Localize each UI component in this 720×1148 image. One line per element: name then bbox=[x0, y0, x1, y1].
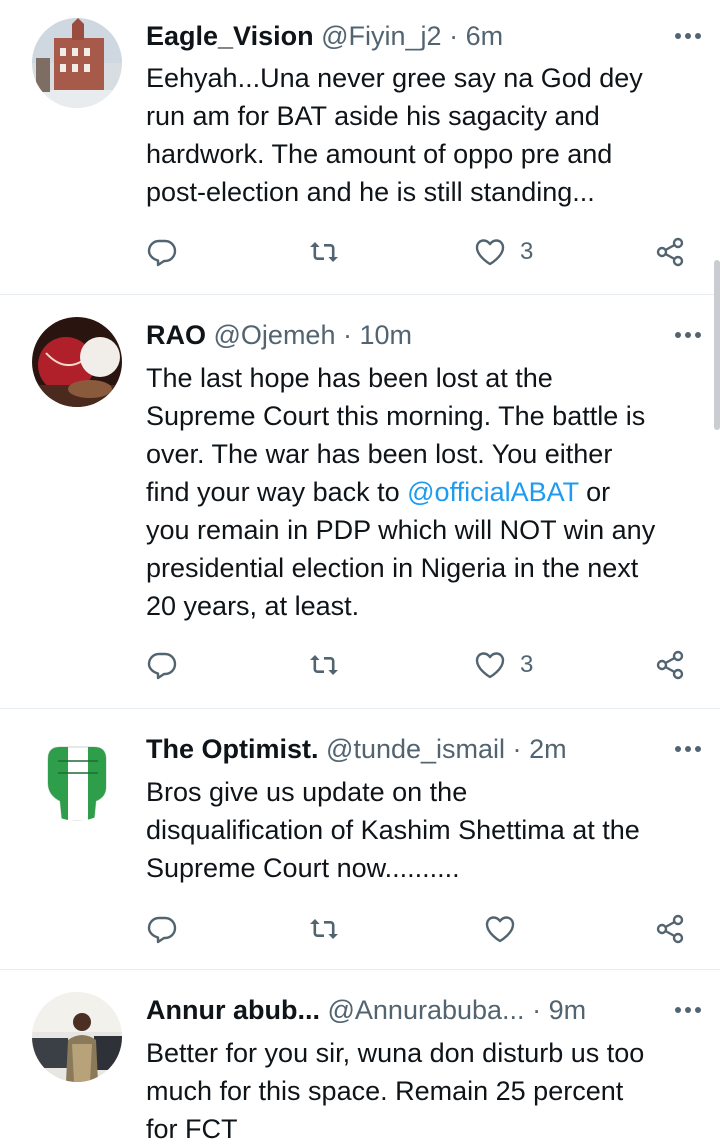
reply-icon bbox=[147, 239, 177, 267]
like-icon bbox=[485, 916, 515, 943]
user-handle[interactable]: @Ojemeh bbox=[214, 320, 336, 350]
retweet-button[interactable] bbox=[308, 645, 340, 685]
display-name[interactable]: Annur abub... bbox=[146, 995, 320, 1025]
timestamp[interactable]: 9m bbox=[549, 995, 587, 1025]
text-line: Supreme Court this morning. The battle i… bbox=[146, 401, 646, 431]
text-line: much for this space. Remain 25 percent bbox=[146, 1076, 624, 1106]
like-icon bbox=[475, 239, 505, 266]
scrollbar[interactable] bbox=[714, 260, 720, 430]
user-handle[interactable]: @Fiyin_j2 bbox=[321, 21, 441, 51]
text-line: The last hope has been lost at the bbox=[146, 363, 553, 393]
retweet-button[interactable] bbox=[308, 232, 340, 272]
action-bar bbox=[146, 909, 706, 949]
text-fragment: find your way back to bbox=[146, 477, 408, 507]
reply-icon bbox=[147, 652, 177, 680]
text-line: presidential election in Nigeria in the … bbox=[146, 553, 639, 583]
timestamp[interactable]: 10m bbox=[360, 320, 413, 350]
separator-dot: · bbox=[512, 734, 522, 764]
separator-dot: · bbox=[342, 320, 352, 350]
retweet-icon bbox=[310, 242, 338, 262]
mention-link[interactable]: @officialABAT bbox=[407, 477, 578, 507]
text-line: post-election and he is still standing..… bbox=[146, 177, 595, 207]
display-name[interactable]: The Optimist. bbox=[146, 734, 319, 764]
like-button[interactable] bbox=[484, 909, 530, 949]
avatar[interactable] bbox=[32, 317, 122, 407]
more-icon[interactable] bbox=[670, 323, 706, 347]
building-photo-avatar-icon bbox=[32, 18, 122, 108]
more-icon[interactable] bbox=[670, 998, 706, 1022]
text-line: you remain in PDP which will NOT win any bbox=[146, 515, 656, 545]
reply-button[interactable] bbox=[146, 232, 178, 272]
tweet-1[interactable]: Eagle_Vision @Fiyin_j2 · 6m Eehyah...Una… bbox=[0, 0, 720, 294]
share-icon bbox=[656, 650, 684, 680]
share-button[interactable] bbox=[654, 645, 686, 685]
like-button[interactable]: 3 bbox=[474, 232, 533, 272]
reply-button[interactable] bbox=[146, 909, 178, 949]
text-line: for FCT bbox=[146, 1114, 238, 1144]
nigeria-fist-avatar-icon bbox=[32, 731, 122, 821]
text-line: Better for you sir, wuna don disturb us … bbox=[146, 1038, 645, 1068]
like-icon bbox=[475, 652, 505, 679]
tweet-text: Better for you sir, wuna don disturb us … bbox=[146, 1034, 706, 1148]
more-icon[interactable] bbox=[670, 24, 706, 48]
text-line: hardwork. The amount of oppo pre and bbox=[146, 139, 613, 169]
avatar[interactable] bbox=[32, 731, 122, 821]
reply-button[interactable] bbox=[146, 645, 178, 685]
text-line: run am for BAT aside his sagacity and bbox=[146, 101, 600, 131]
avatar[interactable] bbox=[32, 992, 122, 1082]
text-line: Bros give us update on the bbox=[146, 777, 468, 807]
display-name[interactable]: Eagle_Vision bbox=[146, 21, 314, 51]
cricket-ball-photo-avatar-icon bbox=[32, 317, 122, 407]
tweet-4[interactable]: Annur abub... @Annurabuba... · 9m Better… bbox=[0, 970, 720, 1146]
avatar[interactable] bbox=[32, 18, 122, 108]
share-button[interactable] bbox=[654, 232, 686, 272]
tweet-3[interactable]: The Optimist. @tunde_ismail · 2m Bros gi… bbox=[0, 709, 720, 969]
like-count: 3 bbox=[520, 651, 534, 678]
action-bar: 3 bbox=[146, 232, 706, 272]
text-line: Eehyah...Una never gree say na God dey bbox=[146, 63, 643, 93]
tweet-text: Eehyah...Una never gree say na God dey r… bbox=[146, 59, 706, 211]
more-icon[interactable] bbox=[670, 737, 706, 761]
share-icon bbox=[656, 914, 684, 944]
share-icon bbox=[656, 237, 684, 267]
separator-dot: · bbox=[532, 995, 542, 1025]
share-button[interactable] bbox=[654, 909, 686, 949]
separator-dot: · bbox=[449, 21, 459, 51]
text-line: disqualification of Kashim Shettima at t… bbox=[146, 815, 640, 845]
like-count: 3 bbox=[520, 238, 534, 265]
tweet-2[interactable]: RAO @Ojemeh · 10m The last hope has been… bbox=[0, 295, 720, 708]
tweet-text: The last hope has been lost at the Supre… bbox=[146, 359, 706, 625]
retweet-button[interactable] bbox=[308, 909, 340, 949]
tweet-text: Bros give us update on the disqualificat… bbox=[146, 773, 706, 887]
timestamp[interactable]: 2m bbox=[529, 734, 567, 764]
reply-icon bbox=[147, 916, 177, 944]
timestamp[interactable]: 6m bbox=[466, 21, 504, 51]
text-fragment: or bbox=[578, 477, 611, 507]
text-line: 20 years, at least. bbox=[146, 591, 360, 621]
retweet-icon bbox=[310, 919, 338, 939]
user-handle[interactable]: @tunde_ismail bbox=[326, 734, 505, 764]
user-handle[interactable]: @Annurabuba... bbox=[328, 995, 525, 1025]
text-line: over. The war has been lost. You either bbox=[146, 439, 613, 469]
display-name[interactable]: RAO bbox=[146, 320, 206, 350]
retweet-icon bbox=[310, 655, 338, 675]
like-button[interactable]: 3 bbox=[474, 645, 533, 685]
person-photo-avatar-icon bbox=[32, 992, 122, 1082]
text-line: Supreme Court now.......... bbox=[146, 853, 460, 883]
text-line: find your way back to @officialABAT or bbox=[146, 473, 706, 511]
action-bar: 3 bbox=[146, 645, 706, 685]
